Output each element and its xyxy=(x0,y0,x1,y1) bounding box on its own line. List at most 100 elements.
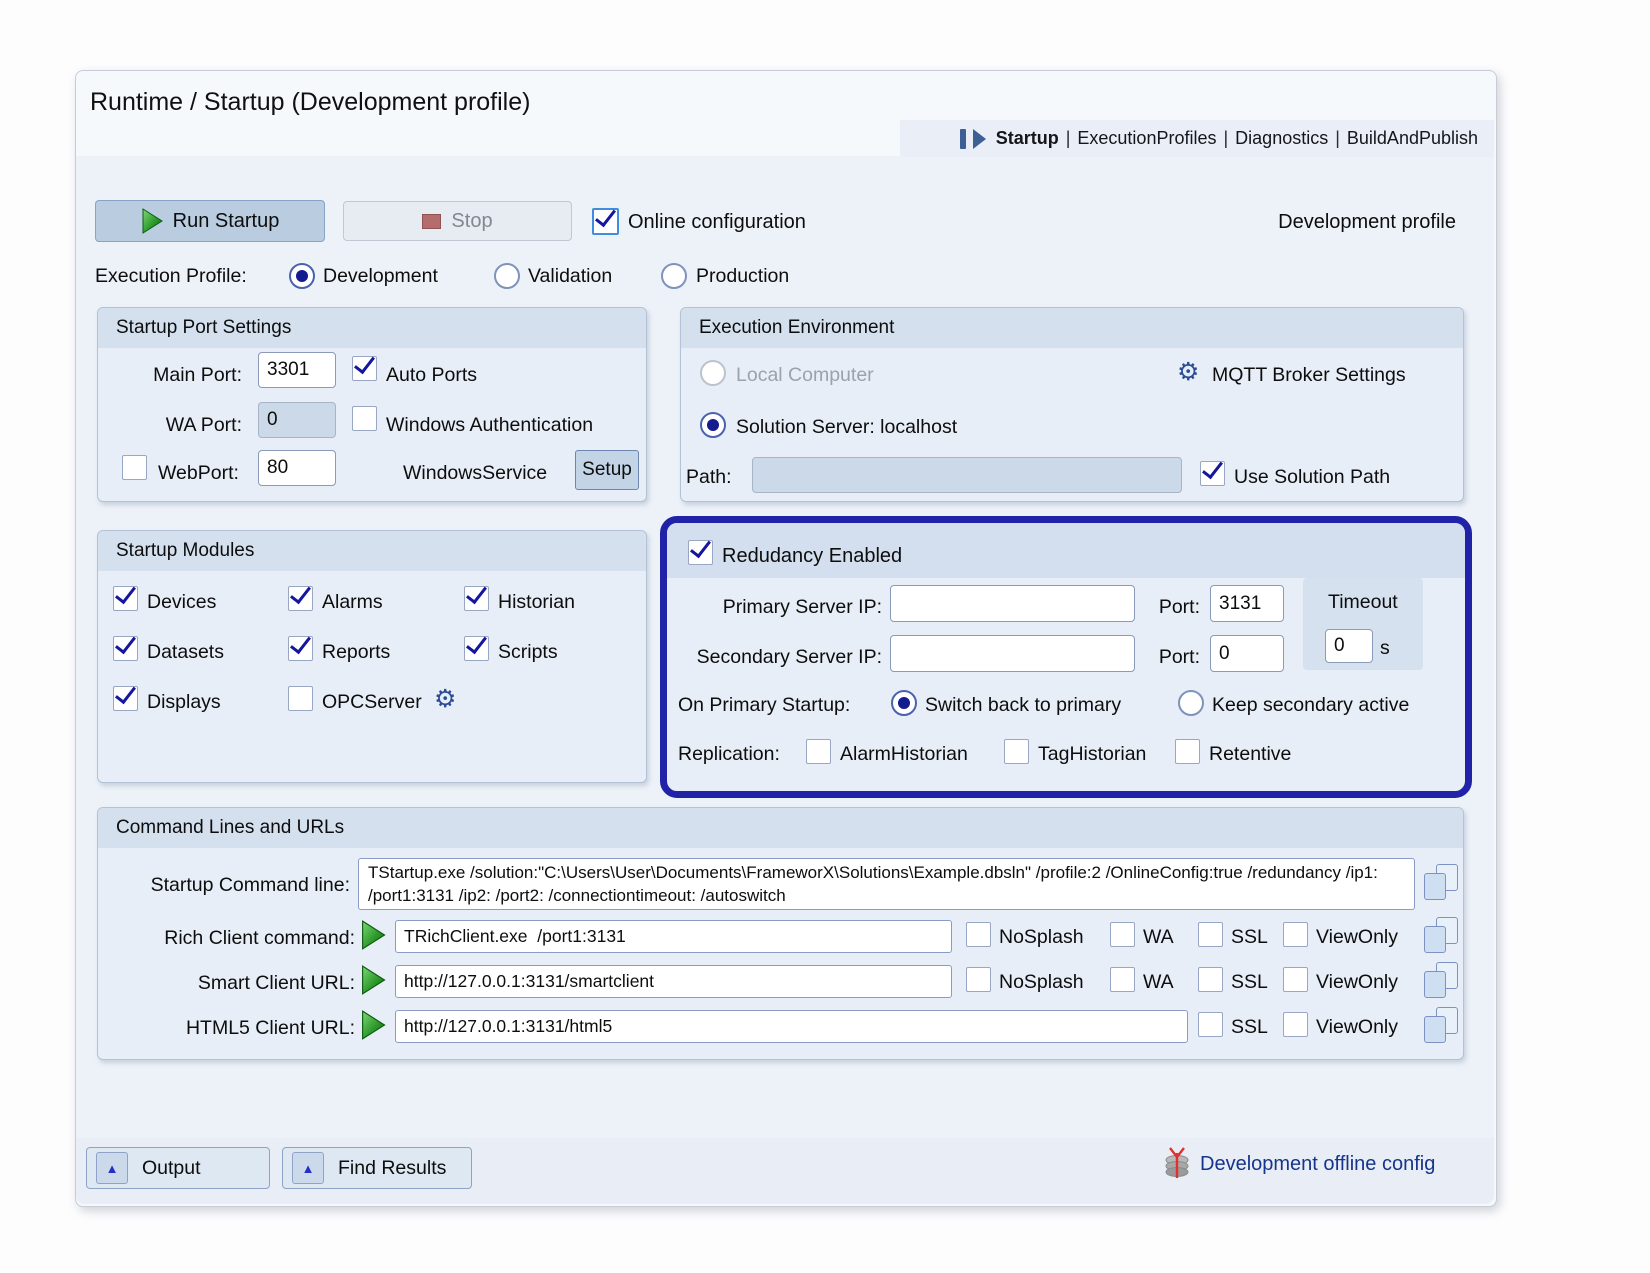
webport-checkbox[interactable] xyxy=(122,455,147,480)
primary-server-ip-input[interactable] xyxy=(890,585,1135,622)
main-port-input[interactable] xyxy=(258,352,336,388)
solution-server-radio[interactable] xyxy=(700,412,726,438)
tab-execution-profiles[interactable]: ExecutionProfiles xyxy=(1077,128,1216,149)
online-configuration-label: Online configuration xyxy=(628,211,806,234)
alarmhistorian-checkbox[interactable] xyxy=(806,739,831,764)
smart-ssl-label: SSL xyxy=(1231,971,1268,994)
mqtt-gear-icon[interactable]: ⚙ xyxy=(1177,360,1199,385)
displays-checkbox[interactable] xyxy=(113,686,138,711)
stop-button[interactable]: Stop xyxy=(343,201,572,241)
run-startup-label: Run Startup xyxy=(173,210,280,233)
tab-build-and-publish[interactable]: BuildAndPublish xyxy=(1347,128,1478,149)
smart-client-url-label: Smart Client URL: xyxy=(90,972,355,995)
startup-command-line-input[interactable]: TStartup.exe /solution:"C:\Users\User\Do… xyxy=(358,858,1415,910)
html5-ssl-checkbox[interactable] xyxy=(1198,1012,1223,1037)
reports-checkbox[interactable] xyxy=(288,636,313,661)
find-results-label: Find Results xyxy=(338,1157,446,1180)
devices-checkbox[interactable] xyxy=(113,586,138,611)
smart-wa-label: WA xyxy=(1143,971,1174,994)
windows-service-setup-button[interactable]: Setup xyxy=(575,450,639,490)
launch-smart-client-icon[interactable] xyxy=(360,965,386,995)
copy-icon[interactable] xyxy=(1424,917,1458,953)
startup-port-settings-title: Startup Port Settings xyxy=(98,308,646,348)
local-computer-label: Local Computer xyxy=(736,364,874,387)
redundancy-enabled-checkbox[interactable] xyxy=(688,540,713,565)
html5-client-url-input[interactable] xyxy=(395,1010,1188,1043)
rich-ssl-label: SSL xyxy=(1231,926,1268,949)
execution-profile-label: Execution Profile: xyxy=(95,265,247,288)
breadcrumb-play-icon xyxy=(973,129,986,149)
copy-icon[interactable] xyxy=(1424,962,1458,998)
windows-authentication-label: Windows Authentication xyxy=(386,414,593,437)
opcserver-gear-icon[interactable]: ⚙ xyxy=(434,687,456,712)
alarms-checkbox[interactable] xyxy=(288,586,313,611)
secondary-port-input[interactable] xyxy=(1210,635,1284,672)
output-label: Output xyxy=(142,1157,201,1180)
html5-viewonly-label: ViewOnly xyxy=(1316,1016,1398,1039)
keep-secondary-active-radio[interactable] xyxy=(1178,690,1204,716)
smart-ssl-checkbox[interactable] xyxy=(1198,967,1223,992)
primary-port-input[interactable] xyxy=(1210,585,1284,622)
path-input xyxy=(752,457,1182,493)
smart-viewonly-checkbox[interactable] xyxy=(1283,967,1308,992)
windows-authentication-checkbox[interactable] xyxy=(352,406,377,431)
scripts-label: Scripts xyxy=(498,641,558,664)
rich-nosplash-checkbox[interactable] xyxy=(966,922,991,947)
run-startup-button[interactable]: Run Startup xyxy=(95,200,325,242)
rich-client-command-input[interactable] xyxy=(395,920,952,953)
rich-viewonly-checkbox[interactable] xyxy=(1283,922,1308,947)
taghistorian-checkbox[interactable] xyxy=(1004,739,1029,764)
profile-development-radio[interactable] xyxy=(289,263,315,289)
tab-startup[interactable]: Startup xyxy=(996,128,1059,149)
screen: Runtime / Startup (Development profile) … xyxy=(0,0,1650,1273)
find-results-button[interactable]: ▲ Find Results xyxy=(282,1147,472,1189)
profile-validation-radio[interactable] xyxy=(494,263,520,289)
solution-server-label: Solution Server: localhost xyxy=(736,416,957,439)
opcserver-checkbox[interactable] xyxy=(288,686,313,711)
tab-diagnostics[interactable]: Diagnostics xyxy=(1235,128,1328,149)
copy-icon[interactable] xyxy=(1424,1007,1458,1043)
online-configuration-checkbox[interactable] xyxy=(592,208,619,235)
launch-rich-client-icon[interactable] xyxy=(360,920,386,950)
on-primary-startup-label: On Primary Startup: xyxy=(678,694,850,717)
output-button[interactable]: ▲ Output xyxy=(86,1147,270,1189)
scripts-checkbox[interactable] xyxy=(464,636,489,661)
historian-checkbox[interactable] xyxy=(464,586,489,611)
stop-label: Stop xyxy=(451,210,492,233)
webport-label: WebPort: xyxy=(158,462,239,485)
html5-viewonly-checkbox[interactable] xyxy=(1283,1012,1308,1037)
offline-config-link[interactable]: Development offline config xyxy=(1200,1153,1435,1176)
command-lines-title: Command Lines and URLs xyxy=(98,808,1463,848)
displays-label: Displays xyxy=(147,691,221,714)
launch-html5-client-icon[interactable] xyxy=(360,1010,386,1040)
webport-input[interactable] xyxy=(258,450,336,486)
timeout-input[interactable] xyxy=(1325,629,1373,663)
smart-wa-checkbox[interactable] xyxy=(1110,967,1135,992)
secondary-server-ip-label: Secondary Server IP: xyxy=(676,646,882,669)
switch-back-to-primary-radio[interactable] xyxy=(891,690,917,716)
profile-validation-label: Validation xyxy=(528,265,612,288)
copy-icon[interactable] xyxy=(1424,864,1458,900)
auto-ports-checkbox[interactable] xyxy=(352,356,377,381)
timeout-unit-label: s xyxy=(1380,637,1390,660)
html5-ssl-label: SSL xyxy=(1231,1016,1268,1039)
breadcrumb-separator: | xyxy=(1335,128,1340,149)
smart-nosplash-checkbox[interactable] xyxy=(966,967,991,992)
rich-wa-checkbox[interactable] xyxy=(1110,922,1135,947)
offline-config-icon xyxy=(1162,1145,1194,1179)
rich-ssl-checkbox[interactable] xyxy=(1198,922,1223,947)
retentive-checkbox[interactable] xyxy=(1175,739,1200,764)
mqtt-broker-settings-label[interactable]: MQTT Broker Settings xyxy=(1212,364,1406,387)
secondary-server-ip-input[interactable] xyxy=(890,635,1135,672)
play-icon xyxy=(141,208,163,234)
primary-port-label: Port: xyxy=(1150,596,1200,619)
smart-client-url-input[interactable] xyxy=(395,965,952,998)
breadcrumb: Startup | ExecutionProfiles | Diagnostic… xyxy=(900,120,1494,157)
profile-production-radio[interactable] xyxy=(661,263,687,289)
use-solution-path-checkbox[interactable] xyxy=(1200,461,1225,486)
secondary-port-label: Port: xyxy=(1150,646,1200,669)
datasets-checkbox[interactable] xyxy=(113,636,138,661)
local-computer-radio xyxy=(700,360,726,386)
replication-label: Replication: xyxy=(678,743,780,766)
breadcrumb-separator: | xyxy=(1066,128,1071,149)
